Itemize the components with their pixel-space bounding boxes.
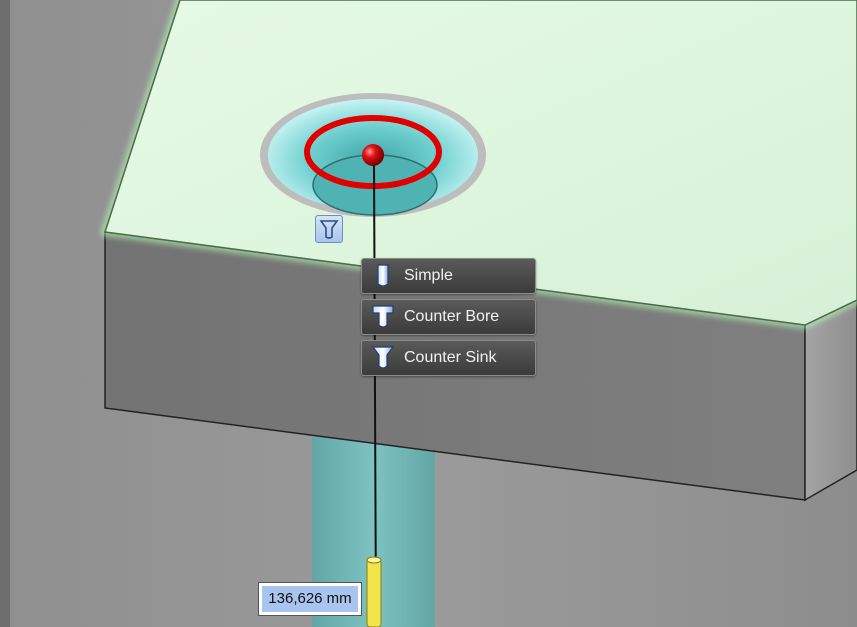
block-side-face (804, 299, 857, 502)
hole-option-counter-sink[interactable]: Counter Sink (361, 340, 536, 376)
hole-option-label: Counter Bore (404, 308, 500, 325)
hole-option-simple[interactable]: Simple (361, 258, 536, 294)
hole-type-toggle-button[interactable] (315, 215, 343, 243)
depth-handle[interactable] (366, 556, 382, 627)
viewport-edge (0, 0, 10, 627)
depth-dimension-value[interactable]: 136,626 mm (262, 586, 358, 612)
hole-type-menu: Simple Counter Bore Counter Sink (361, 258, 536, 381)
3d-viewport[interactable]: Simple Counter Bore Counter Sink 136,626… (0, 0, 857, 627)
hole-option-label: Simple (404, 267, 453, 284)
countersink-icon (368, 343, 398, 373)
countersink-icon (319, 220, 339, 239)
hole-option-label: Counter Sink (404, 349, 497, 366)
counterbore-icon (368, 302, 398, 332)
hole-option-counter-bore[interactable]: Counter Bore (361, 299, 536, 335)
depth-dimension-input[interactable]: 136,626 mm (258, 582, 362, 616)
simple-hole-icon (368, 261, 398, 291)
hole-center-point[interactable] (362, 144, 384, 166)
